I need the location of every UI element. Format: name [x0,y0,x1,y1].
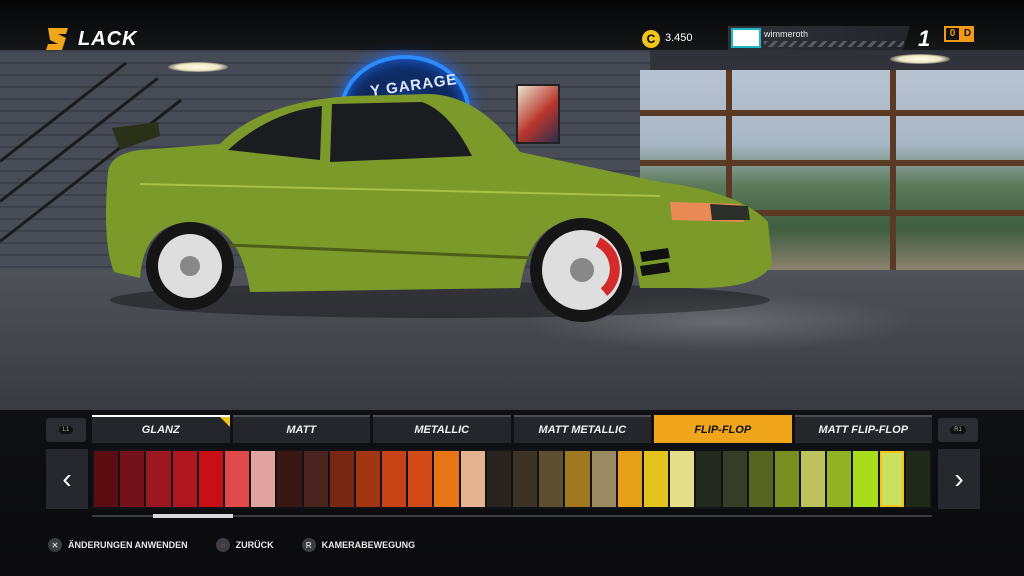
color-swatch[interactable] [670,451,695,507]
tab-metallic[interactable]: METALLIC [373,415,511,443]
color-swatch[interactable] [565,451,590,507]
ceiling-lamp-left [168,62,228,72]
tab-label: MATT [286,424,317,436]
player-level: 1 [918,26,931,51]
circle-button-icon: ○ [215,538,230,552]
chevron-right-icon: › [954,463,964,494]
color-swatch[interactable] [277,451,302,507]
color-swatch[interactable] [539,451,564,507]
coin-balance: 3.450 [665,32,693,44]
color-swatch[interactable] [879,451,904,507]
player-name: wimmeroth [764,29,809,39]
color-swatch[interactable] [408,451,433,507]
color-swatch[interactable] [748,451,773,507]
car-preview [100,92,780,322]
color-swatch[interactable] [146,451,171,507]
swatch-scroll-thumb[interactable] [152,514,233,518]
color-swatch[interactable] [513,451,538,507]
player-avatar [731,28,761,48]
color-swatch[interactable] [94,451,119,507]
color-swatch[interactable] [355,451,381,507]
color-swatch[interactable] [382,451,407,507]
l1-label: L1 [58,426,74,434]
tab-label: GLANZ [141,424,180,436]
color-swatch[interactable] [120,451,145,507]
cross-button-icon: ✕ [48,538,62,552]
tab-label: FLIP-FLOP [694,424,752,436]
color-swatch[interactable] [853,451,878,507]
right-shoulder-button[interactable]: R1 [938,418,978,442]
hint-label: ZURÜCK [235,540,274,550]
color-swatch[interactable] [486,451,511,507]
button-hints: ✕ ÄNDERUNGEN ANWENDEN ○ ZURÜCK R KAMERAB… [48,538,415,552]
color-swatch[interactable] [329,451,354,507]
color-swatch[interactable] [774,451,800,507]
tab-label: MATT FLIP-FLOP [818,424,909,436]
tab-matt-flip-flop[interactable]: MATT FLIP-FLOP [794,415,932,443]
color-swatch[interactable] [434,451,459,507]
color-swatch[interactable] [303,451,328,507]
color-swatch[interactable] [696,451,721,507]
rank-badge-right: D [963,28,972,39]
tab-matt-metallic[interactable]: MATT METALLIC [513,415,651,443]
color-swatch[interactable] [460,451,485,507]
color-swatch[interactable] [801,451,826,507]
player-xp-bar [764,41,904,47]
color-swatch[interactable] [591,451,616,507]
tab-label: METALLIC [414,424,470,436]
car-illustration [106,94,772,322]
next-colors-button[interactable]: › [938,449,980,509]
coin-icon: C [642,30,660,48]
right-stick-icon: R [301,538,316,552]
hint-camera-move[interactable]: R KAMERABEWEGUNG [301,538,416,552]
color-swatch[interactable] [198,451,223,507]
game-logo-icon [46,28,68,50]
color-swatch[interactable] [722,451,747,507]
rank-badge-left: 0 [946,28,959,40]
tab-label: MATT METALLIC [538,424,627,436]
paint-type-tabs: GLANZ MATT METALLIC MATT METALLIC FLIP-F… [92,415,932,443]
color-swatch[interactable] [827,451,852,507]
color-swatch[interactable] [172,451,197,507]
previous-colors-button[interactable]: ‹ [46,449,88,509]
left-shoulder-button[interactable]: L1 [46,418,86,442]
screen-title: LACK [78,28,138,50]
hint-label: ÄNDERUNGEN ANWENDEN [68,540,188,550]
color-swatch-row [92,449,932,509]
color-swatch[interactable] [905,451,930,507]
hint-back[interactable]: ○ ZURÜCK [215,538,274,552]
tab-matt[interactable]: MATT [232,415,370,443]
color-swatch[interactable] [224,451,250,507]
color-swatch[interactable] [617,451,642,507]
rank-badge: 0 D [944,26,974,42]
tab-glanz[interactable]: GLANZ [92,415,230,443]
hint-apply-changes[interactable]: ✕ ÄNDERUNGEN ANWENDEN [48,538,188,552]
hint-label: KAMERABEWEGUNG [321,540,416,550]
chevron-left-icon: ‹ [62,463,72,494]
color-swatch[interactable] [643,451,669,507]
tab-flip-flop[interactable]: FLIP-FLOP [654,415,792,443]
checkmark-icon [219,417,230,427]
ceiling-lamp-right [890,54,950,64]
r1-label: R1 [950,426,966,434]
color-swatch[interactable] [251,451,276,507]
